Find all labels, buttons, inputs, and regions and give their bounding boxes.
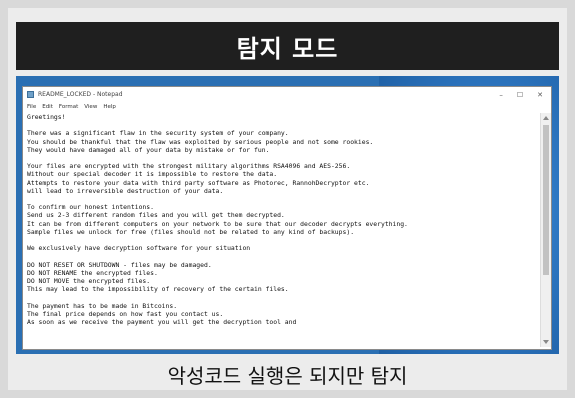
menu-view[interactable]: View bbox=[84, 104, 97, 110]
note-line: To confirm our honest intentions. bbox=[27, 203, 154, 212]
ransom-note-text[interactable]: Greetings! There was a significant flaw … bbox=[27, 113, 537, 347]
note-line: DO NOT RESET OR SHUTDOWN - files may be … bbox=[27, 260, 212, 269]
menu-help[interactable]: Help bbox=[103, 104, 116, 110]
note-line: There was a significant flaw in the secu… bbox=[27, 129, 289, 138]
desktop-screenshot: README_LOCKED - Notepad – ☐ ✕ File Edit … bbox=[16, 76, 559, 354]
note-line: We exclusively have decryption software … bbox=[27, 244, 251, 253]
mode-title: 탐지 모드 bbox=[16, 22, 559, 70]
menu-edit[interactable]: Edit bbox=[42, 104, 53, 110]
scroll-thumb[interactable] bbox=[543, 125, 549, 275]
note-line: will lead to irreversible destruction of… bbox=[27, 186, 224, 195]
note-line: It can be from different computers on yo… bbox=[27, 219, 408, 228]
panel-frame: 탐지 모드 README_LOCKED - Notepad – ☐ ✕ File… bbox=[8, 8, 567, 390]
note-line: Without our special decoder it is imposs… bbox=[27, 170, 278, 179]
note-line bbox=[27, 154, 537, 162]
note-line: DO NOT RENAME the encrypted files. bbox=[27, 268, 158, 277]
window-controls: – ☐ ✕ bbox=[499, 91, 551, 99]
note-line bbox=[27, 121, 537, 129]
scroll-up-icon[interactable] bbox=[543, 116, 549, 120]
notepad-titlebar: README_LOCKED - Notepad – ☐ ✕ bbox=[23, 87, 551, 102]
notepad-window-title: README_LOCKED - Notepad bbox=[38, 91, 123, 98]
minimize-icon[interactable]: – bbox=[499, 91, 503, 99]
note-line bbox=[27, 195, 537, 203]
notepad-menubar: File Edit Format View Help bbox=[23, 102, 551, 112]
note-line: DO NOT MOVE the encrypted files. bbox=[27, 277, 151, 286]
note-line bbox=[27, 236, 537, 244]
note-line: This may lead to the impossibility of re… bbox=[27, 285, 289, 294]
vertical-scrollbar[interactable] bbox=[540, 113, 551, 347]
menu-file[interactable]: File bbox=[27, 104, 36, 110]
scroll-down-icon[interactable] bbox=[543, 340, 549, 344]
note-line bbox=[27, 293, 537, 301]
note-line: Sample files we unlock for free (files s… bbox=[27, 227, 355, 236]
note-line: The final price depends on how fast you … bbox=[27, 309, 224, 318]
note-line: As soon as we receive the payment you wi… bbox=[27, 318, 297, 327]
note-line: Attempts to restore your data with third… bbox=[27, 178, 370, 187]
notepad-icon bbox=[27, 91, 34, 98]
note-line: Your files are encrypted with the strong… bbox=[27, 162, 351, 171]
note-line: Send us 2-3 different random files and y… bbox=[27, 211, 285, 220]
note-line: The payment has to be made in Bitcoins. bbox=[27, 301, 178, 310]
menu-format[interactable]: Format bbox=[59, 104, 78, 110]
note-line: You should be thankful that the flaw was… bbox=[27, 137, 374, 146]
maximize-icon[interactable]: ☐ bbox=[517, 91, 523, 99]
note-line bbox=[27, 252, 537, 260]
note-line: Greetings! bbox=[27, 113, 66, 121]
caption-text: 악성코드 실행은 되지만 탐지 bbox=[167, 363, 408, 388]
note-line: They would have damaged all of your data… bbox=[27, 145, 270, 154]
notepad-window: README_LOCKED - Notepad – ☐ ✕ File Edit … bbox=[22, 86, 552, 350]
close-icon[interactable]: ✕ bbox=[537, 91, 543, 99]
